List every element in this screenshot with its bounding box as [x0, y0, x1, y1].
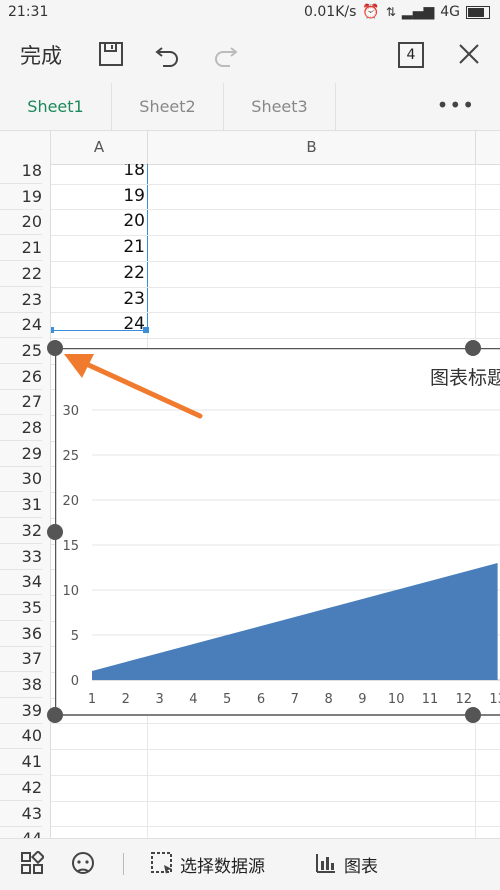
tab-sheet1[interactable]: Sheet1: [0, 83, 112, 130]
x-tick-label: 11: [422, 692, 439, 707]
x-tick-label: 5: [223, 692, 231, 707]
y-tick-label: 5: [71, 629, 79, 644]
column-header-a[interactable]: A: [51, 131, 148, 164]
row-header[interactable]: 19: [0, 184, 42, 210]
row-header[interactable]: 41: [0, 749, 42, 776]
row-header[interactable]: 30: [0, 466, 42, 493]
vibrate-icon: ⇅: [385, 5, 396, 19]
select-source-icon[interactable]: [150, 851, 174, 880]
status-indicators: 0.01K/s ⏰ ⇅ ▂▄▆ 4G: [304, 4, 490, 20]
grid-apps-icon[interactable]: [20, 849, 46, 880]
cell-a-value[interactable]: 23: [51, 289, 145, 309]
column-header-b[interactable]: B: [148, 131, 476, 164]
area-series[interactable]: [92, 563, 498, 680]
y-tick-label: 10: [62, 584, 79, 599]
network-speed: 0.01K/s: [304, 4, 357, 20]
toolbar-divider: [123, 853, 124, 875]
emoji-face-icon[interactable]: [70, 851, 96, 882]
row-header[interactable]: 32: [0, 518, 42, 544]
chart-title: 图表标题: [430, 367, 500, 389]
row-header[interactable]: 39: [0, 698, 42, 724]
select-source-button[interactable]: 选择数据源: [180, 852, 265, 877]
battery-icon: [466, 5, 490, 19]
row-header[interactable]: 35: [0, 595, 42, 621]
row-header[interactable]: 27: [0, 389, 42, 416]
x-tick-label: 7: [291, 692, 299, 707]
close-icon[interactable]: [455, 40, 485, 70]
x-tick-label: 10: [388, 692, 405, 707]
row-header[interactable]: 18: [0, 164, 42, 184]
y-tick-label: 25: [62, 449, 79, 464]
tab-sheet3[interactable]: Sheet3: [224, 83, 336, 130]
row-header[interactable]: 34: [0, 569, 42, 596]
chart-resize-handle[interactable]: [47, 524, 63, 540]
cell-a-value[interactable]: 20: [51, 211, 145, 231]
chart-resize-handle[interactable]: [47, 707, 63, 723]
row-header[interactable]: 38: [0, 672, 42, 698]
chart-button[interactable]: 图表: [344, 852, 378, 877]
x-tick-label: 8: [324, 692, 332, 707]
sheet-tabs: Sheet1 Sheet2 Sheet3 •••: [0, 83, 500, 131]
alarm-icon: ⏰: [362, 4, 380, 20]
x-tick-label: 12: [456, 692, 473, 707]
chart-type-icon[interactable]: [314, 851, 338, 880]
row-header[interactable]: 40: [0, 723, 42, 750]
tab-sheet2[interactable]: Sheet2: [112, 83, 224, 130]
row-headers: 18 19 20 21 22 23 24 25 26 27 28 29 30 31 32 33 34 35 36 37…: [0, 164, 51, 844]
redo-icon[interactable]: [212, 40, 242, 70]
y-tick-label: 20: [62, 494, 79, 509]
cell-a-value[interactable]: 24: [51, 314, 145, 334]
cell-a-value[interactable]: 22: [51, 263, 145, 283]
sheet-count: 4: [398, 42, 424, 68]
x-tick-label: 13: [489, 692, 500, 707]
chart-resize-handle[interactable]: [465, 340, 481, 356]
row-header[interactable]: 20: [0, 209, 42, 236]
save-icon[interactable]: [97, 40, 127, 70]
row-header[interactable]: 26: [0, 364, 42, 390]
row-header[interactable]: 42: [0, 775, 42, 801]
x-tick-label: 9: [358, 692, 366, 707]
row-header[interactable]: 37: [0, 646, 42, 673]
column-headers: A B: [0, 131, 500, 165]
x-tick-label: 2: [122, 692, 130, 707]
sheet-count-button[interactable]: 4: [398, 40, 428, 70]
row-header[interactable]: 22: [0, 261, 42, 287]
row-header[interactable]: 23: [0, 287, 42, 313]
chart-resize-handle[interactable]: [465, 707, 481, 723]
network-type: 4G: [440, 4, 460, 20]
cell-a-value[interactable]: 21: [51, 237, 145, 257]
row-header[interactable]: 36: [0, 621, 42, 647]
x-tick-label: 1: [88, 692, 96, 707]
row-header[interactable]: 25: [0, 338, 42, 364]
more-icon[interactable]: •••: [437, 93, 475, 117]
y-tick-label: 0: [71, 674, 79, 689]
cell-a-value[interactable]: 18: [51, 164, 145, 180]
status-bar: 21:31 0.01K/s ⏰ ⇅ ▂▄▆ 4G: [0, 0, 500, 28]
row-header[interactable]: 29: [0, 441, 42, 467]
undo-icon[interactable]: [153, 40, 183, 70]
row-header[interactable]: 24: [0, 312, 42, 339]
annotation-arrow-icon: [64, 354, 203, 419]
x-tick-label: 4: [189, 692, 197, 707]
x-tick-label: 3: [155, 692, 163, 707]
signal-icon: ▂▄▆: [401, 4, 435, 20]
y-tick-label: 15: [62, 539, 79, 554]
bottom-toolbar: 选择数据源 图表: [0, 838, 500, 890]
x-tick-label: 6: [257, 692, 265, 707]
done-button[interactable]: 完成: [20, 40, 62, 70]
row-header[interactable]: 31: [0, 492, 42, 519]
cell-a-value[interactable]: 19: [51, 186, 145, 206]
row-header[interactable]: 43: [0, 801, 42, 827]
row-header[interactable]: 21: [0, 235, 42, 262]
corner-cell[interactable]: [0, 131, 51, 164]
row-header[interactable]: 33: [0, 544, 42, 570]
top-toolbar: 完成 4: [0, 28, 500, 83]
status-time: 21:31: [8, 4, 49, 20]
row-header[interactable]: 28: [0, 415, 42, 441]
